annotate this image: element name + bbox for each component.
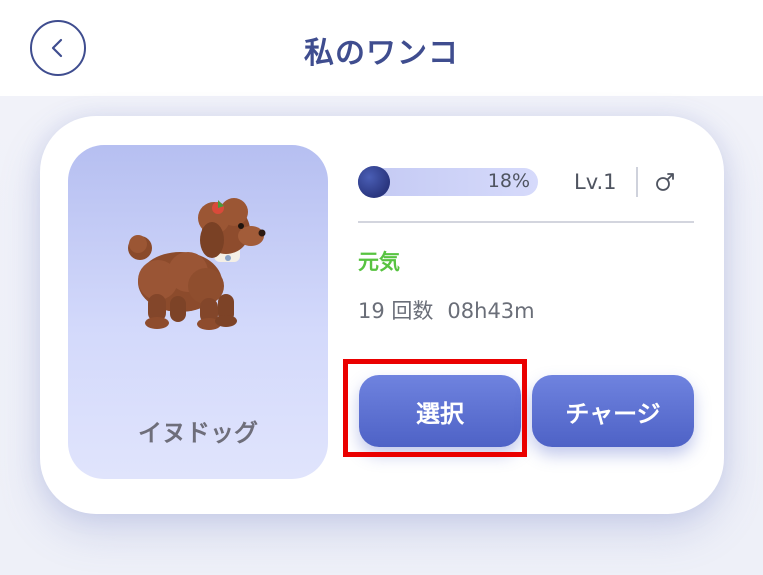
count-value: 19 回数 [358,299,434,323]
page-title: 私のワンコ [304,36,459,71]
status-label: 元気 [358,250,400,274]
progress-knob [358,166,390,198]
header-bar: 私のワンコ [0,0,763,96]
progress-percent: 18% [487,170,530,192]
vertical-divider [636,167,638,197]
poodle-dog-illustration [128,198,266,330]
highlight-box [343,359,527,457]
time-value: 08h43m [447,299,535,323]
male-gender-icon [656,173,674,191]
pet-name: イヌドッグ [138,419,258,447]
horizontal-divider [358,221,694,223]
stats-line: 19 回数 08h43m [358,295,549,325]
charge-button[interactable]: チャージ [532,375,694,447]
level-label: Lv.1 [574,170,617,194]
